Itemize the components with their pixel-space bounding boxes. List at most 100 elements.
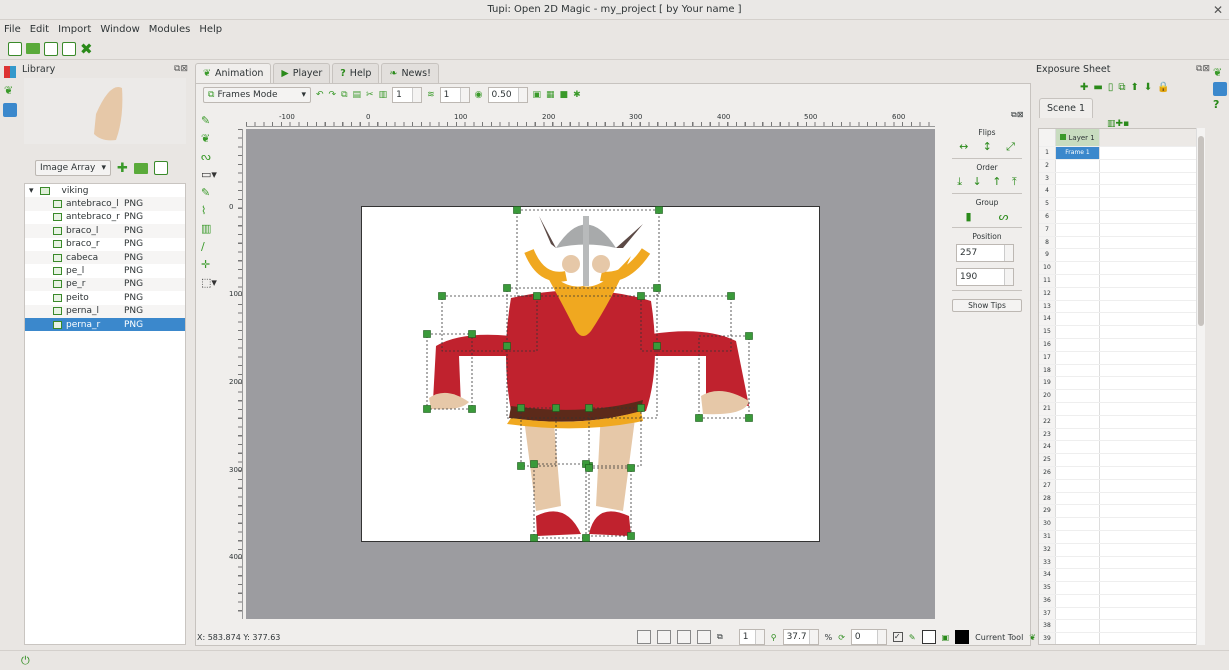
eyedropper-tool-icon[interactable]: ∕ xyxy=(201,240,221,253)
brush-right-icon[interactable]: ❦ xyxy=(1213,66,1227,79)
show-tips-button[interactable]: Show Tips xyxy=(952,299,1022,312)
resize-handle[interactable] xyxy=(517,462,525,470)
list-item[interactable]: cabeca PNG xyxy=(25,250,185,265)
resize-handle[interactable] xyxy=(552,404,560,412)
sheet-row[interactable]: 3 xyxy=(1039,172,1204,186)
select-tool-icon[interactable]: ⬚▾ xyxy=(201,276,221,289)
resize-handle[interactable] xyxy=(745,332,753,340)
ungroup-icon[interactable]: ᔕ xyxy=(999,210,1009,223)
resize-handle[interactable] xyxy=(438,292,446,300)
border-color-swatch[interactable] xyxy=(921,630,936,644)
list-item[interactable]: perna_l PNG xyxy=(25,304,185,318)
send-back-icon[interactable]: ⤓ xyxy=(957,175,962,189)
rotate-view-icon[interactable] xyxy=(697,630,711,644)
frame-cell[interactable] xyxy=(1056,530,1100,543)
sheet-scrollbar[interactable] xyxy=(1196,128,1205,645)
sheet-row[interactable]: 8 xyxy=(1039,236,1204,250)
eraser-tool-icon[interactable]: ⌇ xyxy=(201,204,221,217)
close-project-icon[interactable]: ✖ xyxy=(80,41,93,56)
sheet-row[interactable]: 9 xyxy=(1039,249,1204,263)
list-item[interactable]: braco_l PNG xyxy=(25,224,185,238)
menu-file[interactable]: File xyxy=(4,24,21,35)
sheet-row[interactable]: 12 xyxy=(1039,287,1204,301)
resize-handle[interactable] xyxy=(637,404,645,412)
sheet-row[interactable]: 17 xyxy=(1039,351,1204,365)
bring-front-icon[interactable]: ⤒ xyxy=(1012,175,1017,189)
insert-frame-icon[interactable]: ▯ xyxy=(1108,82,1114,93)
sheet-row[interactable]: 33 xyxy=(1039,556,1204,570)
frame-cell[interactable] xyxy=(1056,249,1100,262)
polyline-tool-icon[interactable]: ᔓ xyxy=(201,150,221,163)
sheet-row[interactable]: 16 xyxy=(1039,338,1204,352)
resize-handle[interactable] xyxy=(503,342,511,350)
frame-cell[interactable] xyxy=(1056,594,1100,607)
sheet-row[interactable]: 5 xyxy=(1039,198,1204,211)
rectangle-tool-icon[interactable]: ▭▾ xyxy=(201,168,221,181)
copy-frame-icon[interactable]: ⧉ xyxy=(1118,82,1125,93)
sheet-row[interactable]: 34 xyxy=(1039,569,1204,583)
frame-cell[interactable] xyxy=(1056,607,1100,620)
frame-cell[interactable] xyxy=(1056,479,1100,492)
sheet-row[interactable]: 13 xyxy=(1039,300,1204,314)
camera-icon[interactable]: ■ xyxy=(560,90,569,100)
selection-handles[interactable] xyxy=(361,206,820,542)
frame-cell[interactable] xyxy=(1056,633,1100,644)
frame-cell[interactable] xyxy=(1056,377,1100,390)
resize-handle[interactable] xyxy=(530,534,538,542)
resize-handle[interactable] xyxy=(655,206,663,214)
frame-cell[interactable] xyxy=(1056,351,1100,364)
library-dock-icon[interactable] xyxy=(3,103,17,117)
paste-icon[interactable]: ▤ xyxy=(353,90,362,100)
sheet-row[interactable]: 10 xyxy=(1039,262,1204,275)
frame-cell[interactable] xyxy=(1056,505,1100,518)
frame-cell[interactable] xyxy=(1056,223,1100,236)
sheet-row[interactable]: 19 xyxy=(1039,377,1204,391)
menu-import[interactable]: Import xyxy=(58,24,91,35)
tab-news[interactable]: ❧ News! xyxy=(381,63,439,83)
menu-edit[interactable]: Edit xyxy=(30,24,49,35)
help-right-icon[interactable]: ? xyxy=(1213,98,1227,111)
open-project-icon[interactable] xyxy=(26,43,40,54)
lock-frame-icon[interactable]: 🔒 xyxy=(1157,82,1169,93)
folder-row[interactable]: ▾ viking xyxy=(25,184,185,197)
sheet-row[interactable]: 15 xyxy=(1039,326,1204,339)
onion-icon[interactable]: ≋ xyxy=(427,90,435,100)
save-as-icon[interactable] xyxy=(62,41,76,56)
frame-cell[interactable] xyxy=(1056,262,1100,274)
resize-handle[interactable] xyxy=(468,330,476,338)
sheet-row[interactable]: 28 xyxy=(1039,492,1204,506)
sheet-row[interactable]: 6 xyxy=(1039,210,1204,224)
tab-animation[interactable]: ❦ Animation xyxy=(195,63,272,83)
sheet-row[interactable]: 27 xyxy=(1039,479,1204,493)
redo-icon[interactable]: ↷ xyxy=(329,90,337,100)
antialias-checkbox[interactable]: ✓ xyxy=(892,632,903,642)
group-icon[interactable]: ▮ xyxy=(966,210,972,223)
send-backward-icon[interactable]: ↓ xyxy=(973,175,982,189)
sheet-row[interactable]: 11 xyxy=(1039,274,1204,288)
fill-tool-icon[interactable]: ✎ xyxy=(201,186,221,199)
sheet-row[interactable]: 1 Frame 1 xyxy=(1039,147,1204,160)
sheet-row[interactable]: 7 xyxy=(1039,223,1204,237)
frame-cell[interactable] xyxy=(1056,326,1100,338)
frame-cell[interactable] xyxy=(1056,492,1100,505)
resize-handle[interactable] xyxy=(653,284,661,292)
frame-cell[interactable] xyxy=(1056,620,1100,633)
safe-area-icon[interactable] xyxy=(637,630,651,644)
grid-dense-icon[interactable] xyxy=(677,630,691,644)
library-type-combo[interactable]: Image Array ▾ xyxy=(35,160,111,176)
resize-handle[interactable] xyxy=(585,404,593,412)
frame-cell[interactable] xyxy=(1056,454,1100,466)
grid-toggle-icon[interactable] xyxy=(657,630,671,644)
frame-cell[interactable] xyxy=(1056,210,1100,223)
resize-handle[interactable] xyxy=(468,405,476,413)
resize-handle[interactable] xyxy=(423,330,431,338)
resize-handle[interactable] xyxy=(695,414,703,422)
bring-forward-icon[interactable]: ↑ xyxy=(992,175,1001,189)
reset-view-icon[interactable]: ⧉ xyxy=(717,632,723,642)
add-folder-icon[interactable] xyxy=(133,162,148,174)
expand-icon[interactable]: ▾ xyxy=(29,186,34,196)
list-item[interactable]: antebraco_l PNG xyxy=(25,197,185,211)
props-dock-buttons[interactable]: ⧉⊠ xyxy=(1011,110,1023,120)
frame-cell[interactable] xyxy=(1056,198,1100,210)
cut-icon[interactable]: ✂ xyxy=(366,90,374,100)
